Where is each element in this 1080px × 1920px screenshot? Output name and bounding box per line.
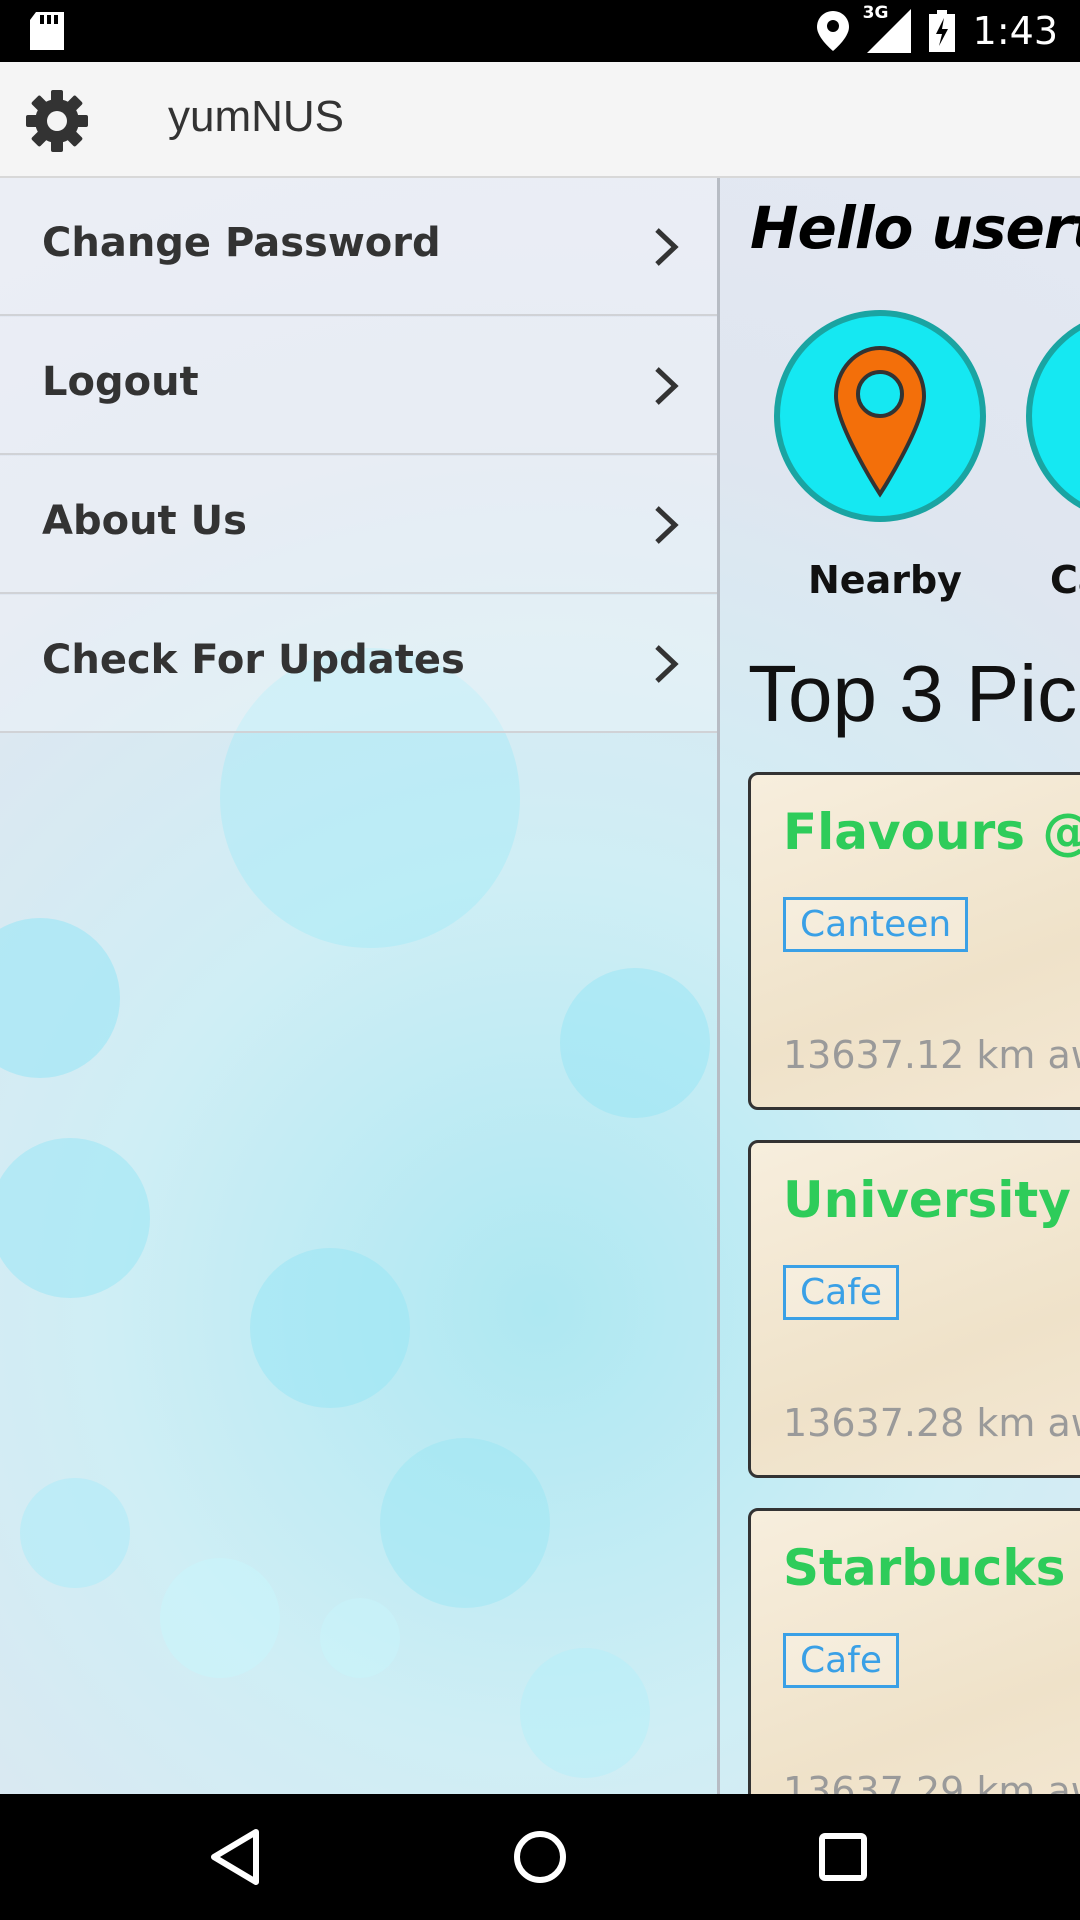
signal-icon: 3G: [863, 3, 911, 53]
gear-icon[interactable]: [24, 88, 90, 154]
card-title: University C: [783, 1171, 1080, 1229]
main-screen: Hello usert Nearby Ca Top 3 Pick Flavour…: [720, 178, 1080, 1794]
sd-card-icon: [30, 12, 64, 50]
menu-item-label: Check For Updates: [42, 637, 465, 683]
network-type: 3G: [862, 3, 889, 23]
menu-item-label: About Us: [42, 498, 247, 544]
menu-item-logout[interactable]: Logout: [0, 317, 717, 455]
navigation-drawer: Change Password Logout About Us Check Fo…: [0, 178, 720, 1794]
location-pin-icon: [833, 345, 927, 498]
status-bar: 3G 1:43: [0, 0, 1080, 62]
chevron-right-icon: [655, 367, 679, 405]
action-bar: yumNUS: [0, 62, 1080, 178]
nearby-button[interactable]: [774, 310, 986, 522]
menu-item-change-password[interactable]: Change Password: [0, 178, 717, 316]
card-distance: 13637.12 km aw: [783, 1033, 1080, 1077]
restaurant-card[interactable]: University C Cafe 13637.28 km aw: [748, 1140, 1080, 1478]
status-time: 1:43: [972, 9, 1058, 53]
card-tag: Cafe: [783, 1633, 900, 1688]
content-area: Change Password Logout About Us Check Fo…: [0, 178, 1080, 1794]
chevron-right-icon: [655, 506, 679, 544]
menu-item-label: Logout: [42, 359, 199, 405]
battery-charging-icon: [928, 10, 955, 52]
card-title: Starbucks @: [783, 1539, 1080, 1597]
category-label: Ca: [1050, 558, 1080, 602]
location-icon: [816, 11, 849, 51]
back-icon[interactable]: [200, 1822, 270, 1892]
greeting-text: Hello usert: [750, 194, 1080, 262]
restaurant-card[interactable]: Flavours @ Canteen 13637.12 km aw: [748, 772, 1080, 1110]
restaurant-card[interactable]: Starbucks @ Cafe 13637.29 km aw: [748, 1508, 1080, 1794]
category-button[interactable]: [1026, 310, 1080, 522]
card-tag: Canteen: [783, 897, 969, 952]
section-title: Top 3 Pick: [748, 649, 1080, 738]
home-icon[interactable]: [505, 1822, 575, 1892]
card-distance: 13637.29 km aw: [783, 1769, 1080, 1794]
card-title: Flavours @: [783, 803, 1080, 861]
menu-item-label: Change Password: [42, 220, 441, 266]
menu-item-check-for-updates[interactable]: Check For Updates: [0, 595, 717, 733]
nearby-label: Nearby: [808, 558, 962, 602]
menu-item-about-us[interactable]: About Us: [0, 456, 717, 594]
recents-icon[interactable]: [808, 1822, 878, 1892]
chevron-right-icon: [655, 228, 679, 266]
app-title: yumNUS: [168, 92, 345, 141]
card-tag: Cafe: [783, 1265, 900, 1320]
navigation-bar: [0, 1794, 1080, 1920]
card-distance: 13637.28 km aw: [783, 1401, 1080, 1445]
chevron-right-icon: [655, 645, 679, 683]
